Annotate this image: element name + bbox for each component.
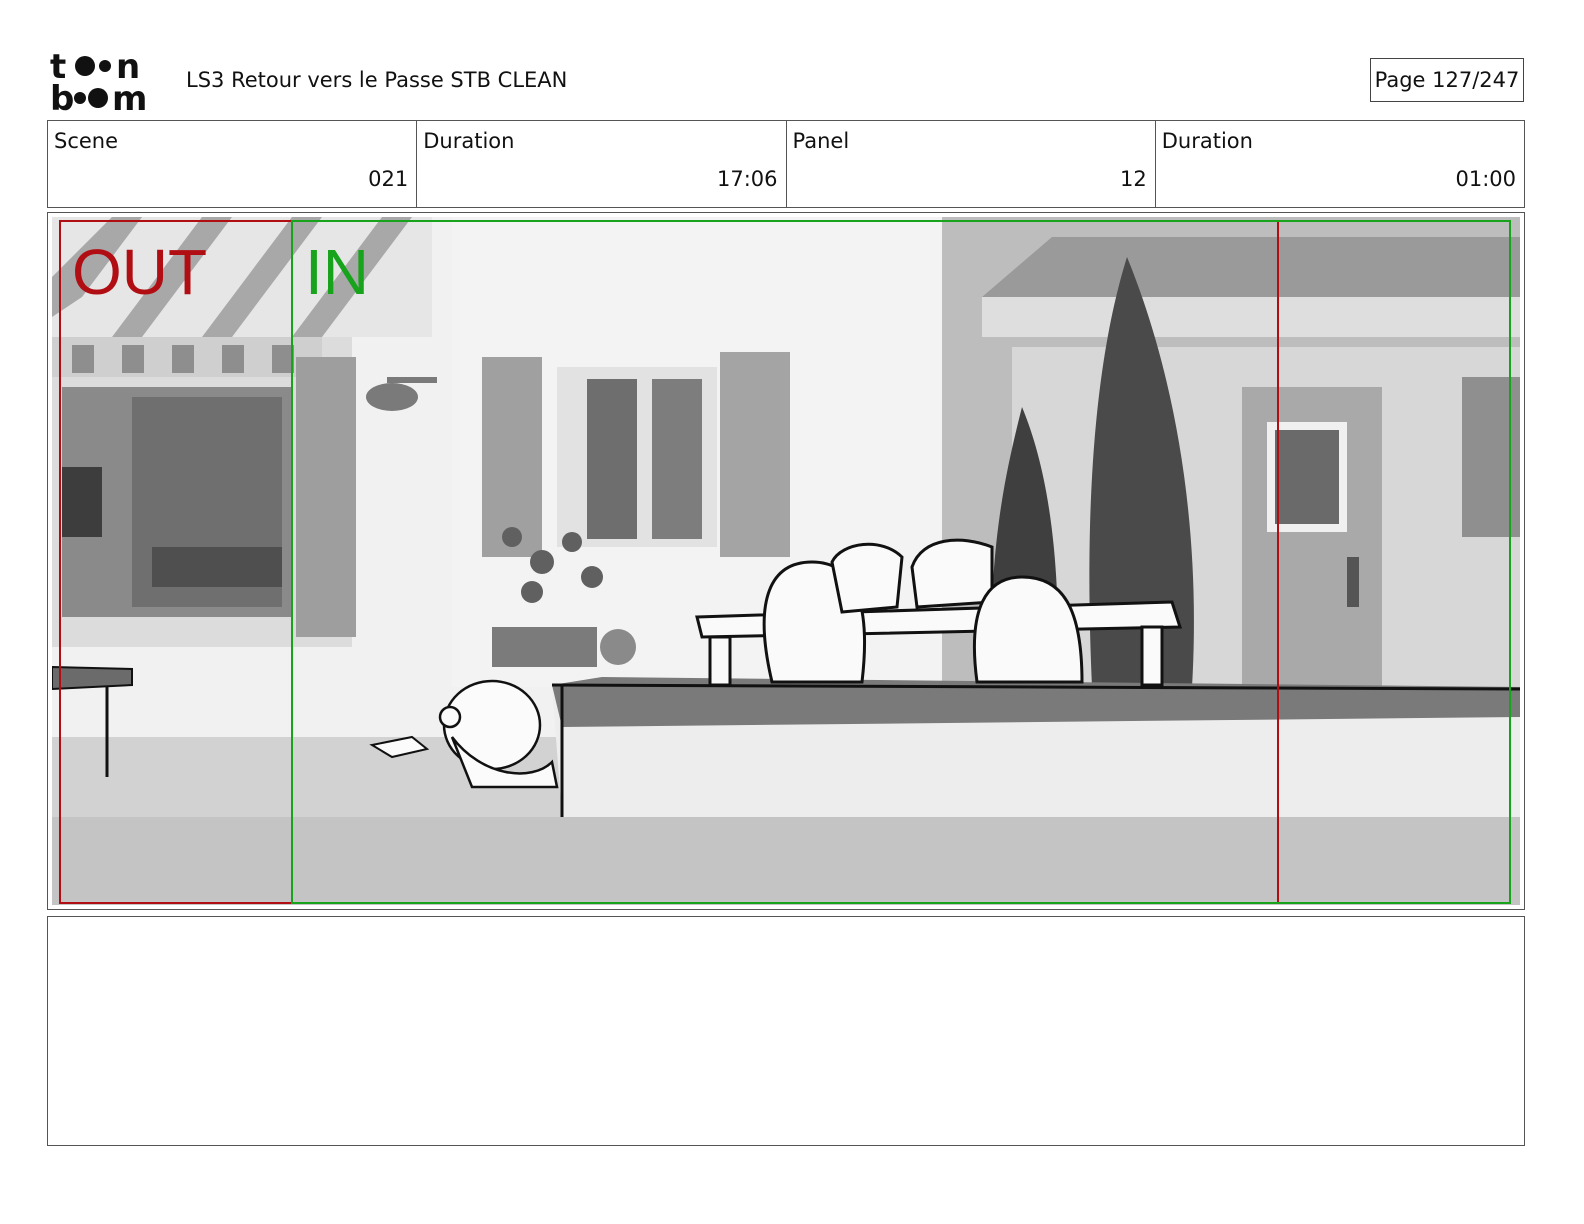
storyboard-panel: OUT IN — [47, 212, 1525, 910]
panel-duration-label: Duration — [1161, 129, 1253, 153]
panel-duration-cell: Duration 01:00 — [1156, 121, 1524, 207]
scene-cell: Scene 021 — [48, 121, 418, 207]
toon-boom-logo: t n b m — [50, 50, 147, 114]
panel-label: Panel — [792, 129, 850, 153]
panel-cell: Panel 12 — [787, 121, 1156, 207]
scene-duration-label: Duration — [423, 129, 515, 153]
document-title: LS3 Retour vers le Passe STB CLEAN — [186, 68, 568, 92]
panel-notes-area — [47, 916, 1525, 1146]
page-indicator: Page 127/247 — [1370, 58, 1524, 102]
panel-illustration — [52, 217, 1520, 905]
scene-duration-cell: Duration 17:06 — [417, 121, 787, 207]
panel-duration-value: 01:00 — [1455, 167, 1516, 191]
svg-text:m: m — [112, 79, 147, 114]
scene-label: Scene — [54, 129, 119, 153]
svg-text:b: b — [50, 79, 74, 114]
scene-duration-value: 17:06 — [716, 167, 778, 191]
in-frame-tag: IN — [305, 236, 369, 308]
scene-value: 021 — [368, 167, 409, 191]
info-table: Scene 021 Duration 17:06 Panel 12 Durati… — [47, 120, 1525, 208]
out-frame-tag: OUT — [72, 236, 208, 308]
panel-value: 12 — [1120, 167, 1147, 191]
